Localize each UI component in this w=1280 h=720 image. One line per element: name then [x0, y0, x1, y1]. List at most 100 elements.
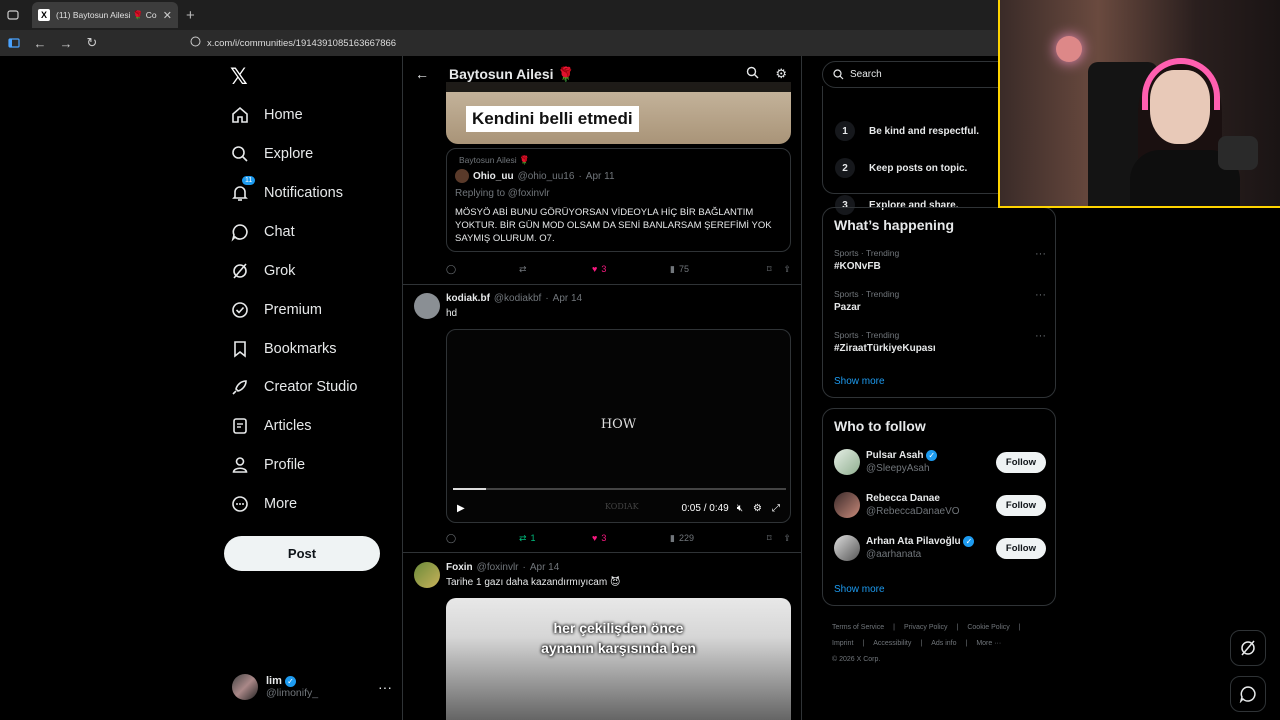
- views-button[interactable]: ▮ 229: [670, 533, 753, 544]
- nav-explore-label: Explore: [264, 146, 314, 162]
- forward-icon[interactable]: →: [58, 35, 74, 51]
- gear-icon[interactable]: ⚙: [753, 503, 762, 514]
- post-header: Foxin @foxinvlr · Apr 14 ⊘···: [446, 562, 560, 573]
- bookmark-icon[interactable]: ⌑: [767, 264, 772, 275]
- like-button[interactable]: ♥ 3: [592, 264, 670, 274]
- trend-context: Sports · Trending: [834, 248, 900, 258]
- show-more-link[interactable]: Show more: [834, 376, 885, 387]
- close-tab-icon[interactable]: ✕: [163, 9, 172, 22]
- video-player[interactable]: HOW KODIAK ▶ 0:05 / 0:49 🔇︎ ⚙ ⤢: [446, 329, 791, 523]
- fullscreen-icon[interactable]: ⤢: [772, 503, 780, 514]
- more-options-icon[interactable]: ···: [1035, 289, 1046, 301]
- nav-bookmarks[interactable]: Bookmarks: [230, 334, 337, 364]
- view-count: 229: [678, 533, 694, 543]
- nav-chat[interactable]: Chat: [230, 217, 295, 247]
- show-more-link[interactable]: Show more: [834, 584, 885, 595]
- image-text-line2: aynanın karşısında ben: [541, 640, 696, 656]
- trend-item[interactable]: Sports · Trending #KONvFB ···: [834, 248, 1046, 272]
- nav-explore[interactable]: Explore: [230, 139, 313, 169]
- like-button[interactable]: ♥ 3: [592, 533, 670, 543]
- nav-notifications[interactable]: 11 Notifications: [230, 176, 343, 208]
- follow-button[interactable]: Follow: [995, 537, 1046, 559]
- footer-link[interactable]: Terms of Service: [832, 624, 884, 631]
- more-options-icon[interactable]: ···: [1035, 248, 1046, 260]
- post-date[interactable]: Apr 14: [553, 293, 582, 304]
- reload-icon[interactable]: ↻: [84, 35, 100, 51]
- new-tab-icon[interactable]: +: [186, 7, 195, 24]
- video-time: 0:05 / 0:49: [681, 502, 729, 514]
- chat-icon: [231, 224, 248, 242]
- trend-item[interactable]: Sports · Trending #ZiraatTürkiyeKupası ·…: [834, 330, 1046, 354]
- account-handle: @limonify_: [266, 687, 319, 699]
- video-progress-bar[interactable]: [453, 488, 786, 490]
- play-icon[interactable]: ▶: [457, 503, 465, 514]
- sidebar-toggle-icon[interactable]: [6, 35, 22, 51]
- follow-suggestion[interactable]: Rebecca Danae @RebeccaDanaeVO Follow: [834, 492, 1046, 518]
- views-button[interactable]: ▮ 75: [670, 264, 753, 275]
- repost-button[interactable]: ⇄ 1: [519, 533, 592, 544]
- post-author-name[interactable]: kodiak.bf: [446, 293, 490, 304]
- avatar[interactable]: [414, 293, 440, 319]
- reply-button[interactable]: ◯: [446, 264, 519, 275]
- back-arrow-icon[interactable]: ←: [415, 66, 429, 82]
- tab-list-icon[interactable]: [0, 0, 26, 30]
- nav-profile[interactable]: Profile: [230, 450, 305, 480]
- rule-number: 2: [835, 158, 855, 178]
- chat-fab-button[interactable]: [1230, 676, 1266, 712]
- bell-icon: [232, 186, 248, 201]
- verified-badge-icon: ✓: [963, 535, 975, 547]
- footer-link[interactable]: Imprint: [832, 640, 853, 647]
- gear-icon[interactable]: ⚙: [775, 66, 787, 82]
- mute-icon[interactable]: 🔇︎: [737, 503, 743, 514]
- trend-item[interactable]: Sports · Trending Pazar ···: [834, 289, 1046, 313]
- left-navigation: 𝕏 Home Explore 11 Notifications Chat Gro…: [222, 56, 402, 720]
- footer-links: Terms of Service | Privacy Policy | Cookie P…: [832, 620, 1056, 668]
- section-title: Who to follow: [834, 418, 926, 434]
- trend-context: Sports · Trending: [834, 289, 900, 299]
- follow-suggestion[interactable]: Arhan Ata Pilavoğlu ✓ @aarhanata Follow: [834, 535, 1046, 561]
- x-logo-icon[interactable]: 𝕏: [230, 64, 248, 90]
- heart-icon: ♥: [592, 533, 598, 543]
- site-info-icon[interactable]: [190, 36, 201, 50]
- post-button[interactable]: Post: [224, 536, 380, 571]
- bookmark-icon[interactable]: ⌑: [767, 533, 772, 544]
- footer-link[interactable]: More ···: [976, 640, 1001, 647]
- nav-more[interactable]: More: [230, 489, 297, 519]
- more-options-icon[interactable]: ···: [1035, 330, 1046, 342]
- reply-button[interactable]: ◯: [446, 533, 519, 544]
- post-author-name[interactable]: Foxin: [446, 562, 473, 573]
- post-date[interactable]: Apr 14: [530, 562, 559, 573]
- nav-home[interactable]: Home: [230, 100, 303, 130]
- footer-link[interactable]: Ads info: [931, 640, 956, 647]
- back-icon[interactable]: ←: [32, 35, 48, 51]
- share-icon[interactable]: ⇪: [783, 533, 791, 544]
- trend-title: #KONvFB: [834, 261, 881, 272]
- avatar[interactable]: [414, 562, 440, 588]
- nav-creator-studio[interactable]: Creator Studio: [230, 372, 358, 402]
- suggestion-handle: @SleepyAsah: [866, 463, 930, 475]
- post-image[interactable]: her çekilişden önce aynanın karşısında b…: [446, 598, 791, 720]
- follow-button[interactable]: Follow: [995, 451, 1046, 473]
- page-title: Baytosun Ailesi 🌹: [449, 65, 575, 82]
- nav-grok[interactable]: Grok: [230, 256, 295, 286]
- browser-tab[interactable]: X (11) Baytosun Ailesi 🌹 Commu ✕: [32, 2, 178, 28]
- repost-button[interactable]: ⇄: [519, 264, 592, 275]
- reply-icon: ◯: [446, 532, 457, 543]
- rocket-icon: [232, 380, 247, 395]
- address-bar[interactable]: x.com/i/communities/1914391085163667866: [190, 36, 396, 50]
- nav-articles[interactable]: Articles: [230, 411, 312, 441]
- views-icon: ▮: [670, 263, 675, 274]
- footer-link[interactable]: Accessibility: [873, 640, 911, 647]
- nav-premium[interactable]: Premium: [230, 295, 322, 325]
- footer-link[interactable]: Cookie Policy: [967, 624, 1009, 631]
- grok-fab-button[interactable]: [1230, 630, 1266, 666]
- follow-suggestion[interactable]: Pulsar Asah ✓ @SleepyAsah Follow: [834, 449, 1046, 475]
- footer-link[interactable]: Privacy Policy: [904, 624, 948, 631]
- post-header: kodiak.bf @kodiakbf · Apr 14 ⊘···: [446, 293, 583, 304]
- account-switcher[interactable]: lim ✓ @limonify_ ···: [232, 674, 392, 700]
- quoted-post[interactable]: Baytosun Ailesi 🌹 Ohio_uu @ohio_uu16 · A…: [446, 148, 791, 252]
- search-icon[interactable]: [746, 66, 759, 82]
- more-options-icon[interactable]: ···: [378, 679, 392, 695]
- share-icon[interactable]: ⇪: [783, 264, 791, 275]
- follow-button[interactable]: Follow: [995, 494, 1046, 516]
